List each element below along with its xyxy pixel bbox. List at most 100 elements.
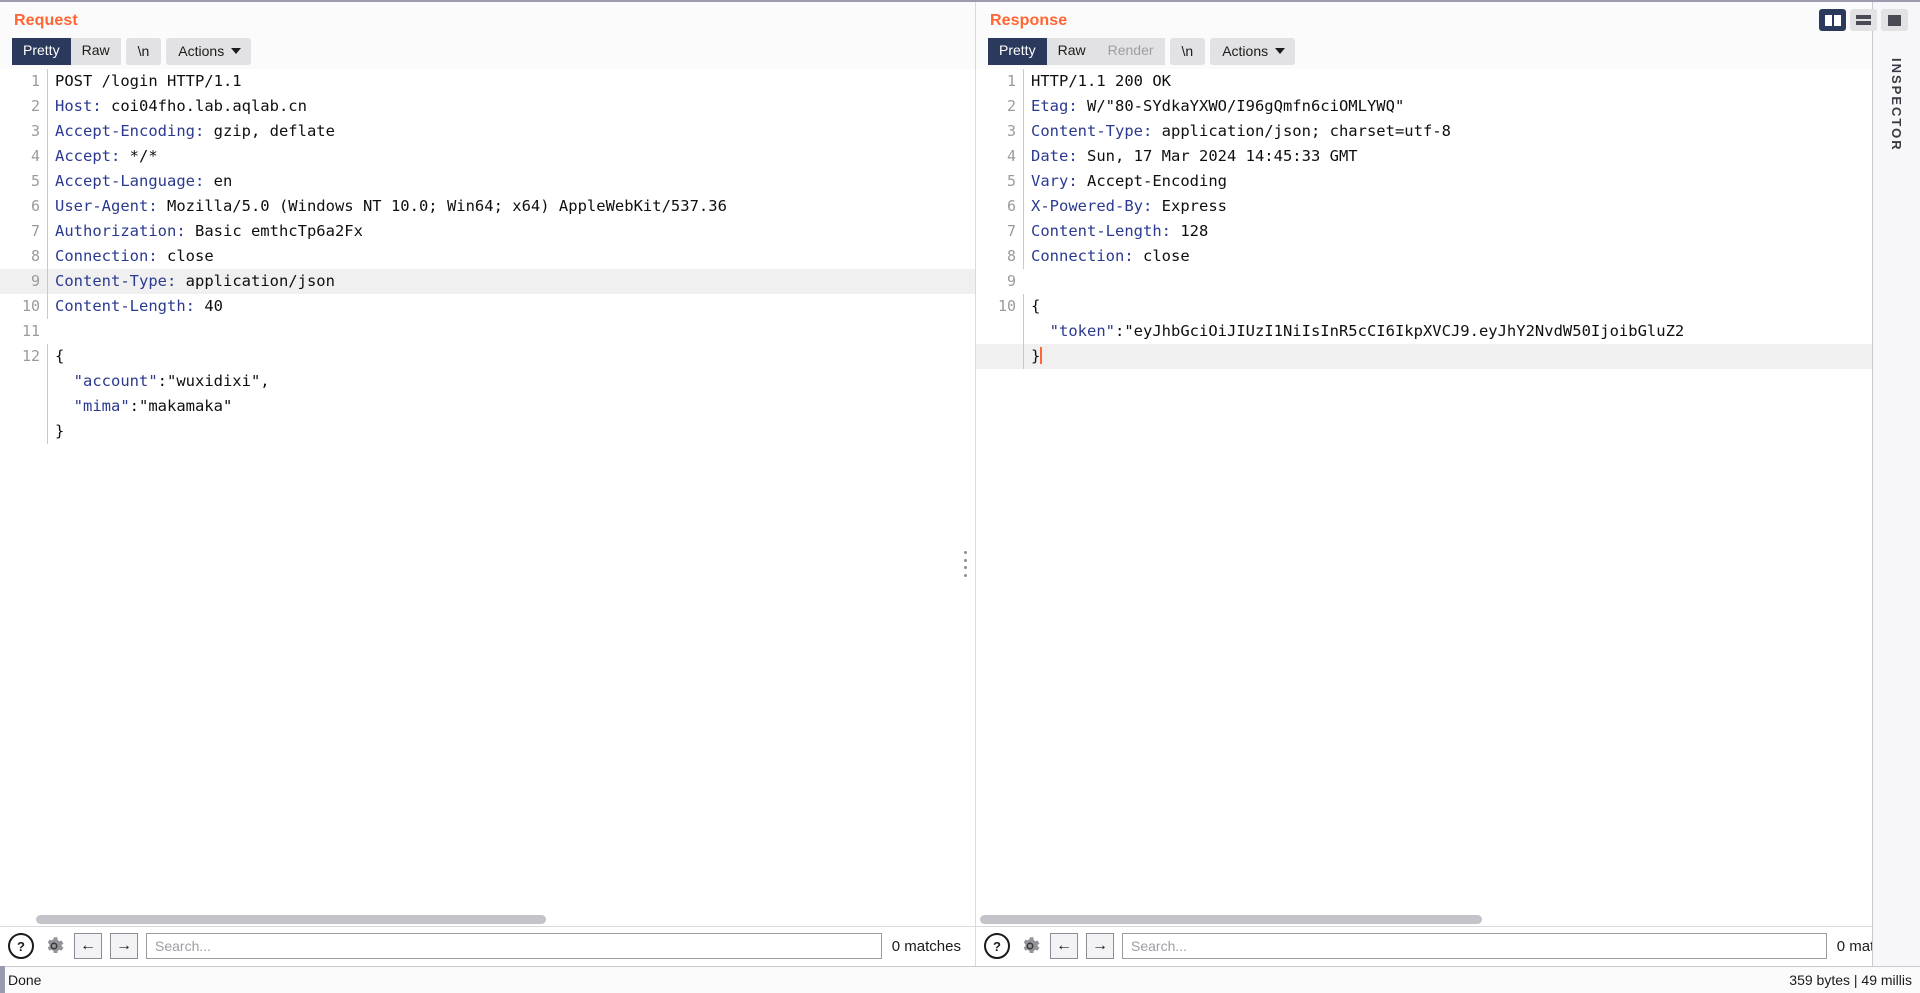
response-line[interactable]: 1 HTTP/1.1 200 OK xyxy=(976,69,1920,94)
response-text: { xyxy=(1031,297,1041,315)
request-header-value: Basic emthcTp6a2Fx xyxy=(185,222,363,240)
request-line[interactable]: 9 Content-Type: application/json xyxy=(0,269,975,294)
response-search-prev-button[interactable]: ← xyxy=(1050,933,1078,959)
response-line[interactable]: 2 Etag: W/"80-SYdkaYXWO/I96gQmfn6ciOMLYWQ… xyxy=(976,94,1920,119)
response-line-number: 6 xyxy=(1006,197,1016,215)
response-pane: Response Pretty Raw Render \n Actions 1H… xyxy=(976,2,1920,966)
gear-icon[interactable] xyxy=(1018,934,1042,958)
request-line[interactable]: 5 Accept-Language: en xyxy=(0,169,975,194)
response-line[interactable]: } xyxy=(976,344,1920,369)
request-actions-button[interactable]: Actions xyxy=(166,38,252,65)
request-line[interactable]: } xyxy=(0,419,975,444)
question-mark-icon[interactable]: ? xyxy=(8,933,34,959)
response-tab-render[interactable]: Render xyxy=(1096,38,1165,65)
layout-stacked-button[interactable] xyxy=(1850,9,1877,31)
response-line[interactable]: 7 Content-Length: 128 xyxy=(976,219,1920,244)
request-tab-pretty[interactable]: Pretty xyxy=(12,38,71,65)
response-text: HTTP/1.1 200 OK xyxy=(1031,72,1171,90)
response-search-next-button[interactable]: → xyxy=(1086,933,1114,959)
response-header-name: Connection: xyxy=(1031,247,1134,265)
response-line[interactable]: 9 xyxy=(976,269,1920,294)
response-line[interactable]: 5 Vary: Accept-Encoding xyxy=(976,169,1920,194)
request-pane-drag-handle[interactable] xyxy=(961,551,969,577)
request-line[interactable]: 7 Authorization: Basic emthcTp6a2Fx xyxy=(0,219,975,244)
request-line-content: } xyxy=(47,419,975,444)
response-line-content: { xyxy=(1023,294,1920,319)
layout-side-by-side-button[interactable] xyxy=(1819,9,1846,31)
request-search-next-button[interactable]: → xyxy=(110,933,138,959)
response-title: Response xyxy=(990,12,1068,29)
request-line[interactable]: 6 User-Agent: Mozilla/5.0 (Windows NT 10.… xyxy=(0,194,975,219)
burp-repeater-window: Request Pretty Raw \n Actions 1 POST /log… xyxy=(0,0,1920,993)
request-line[interactable]: "account":"wuxidixi", xyxy=(0,369,975,394)
response-line-number: 3 xyxy=(1006,122,1016,140)
response-json-value: :"eyJhbGciOiJIUzI1NiIsInR5cCI6IkpXVCJ9.e… xyxy=(1115,322,1685,340)
response-line-number: 5 xyxy=(1006,172,1016,190)
request-editor[interactable]: 1 POST /login HTTP/1.1 2 Host: coi04fho.lab… xyxy=(0,69,975,926)
request-line-number: 5 xyxy=(30,172,40,190)
response-editor-wrap[interactable]: 1 HTTP/1.1 200 OK 2 Etag: W/"80-SYdkaYXWO/I… xyxy=(976,69,1920,926)
response-header-value: application/json; charset=utf-8 xyxy=(1152,122,1451,140)
request-horizontal-scrollbar[interactable] xyxy=(0,913,975,926)
request-line[interactable]: 1 POST /login HTTP/1.1 xyxy=(0,69,975,94)
request-line-content: Content-Type: application/json xyxy=(47,269,975,294)
response-newline-button[interactable]: \n xyxy=(1169,38,1206,65)
text-caret xyxy=(1040,347,1043,364)
response-search-input[interactable] xyxy=(1122,933,1827,959)
request-line[interactable]: "mima":"makamaka" xyxy=(0,394,975,419)
request-line[interactable]: 12 { xyxy=(0,344,975,369)
request-line-number: 10 xyxy=(21,297,40,315)
response-header-name: Etag: xyxy=(1031,97,1078,115)
response-search-bar: ? ← → 0 matches xyxy=(976,926,1920,966)
response-header-name: Content-Length: xyxy=(1031,222,1171,240)
response-scrollbar-thumb[interactable] xyxy=(980,915,1482,924)
response-editor[interactable]: 1 HTTP/1.1 200 OK 2 Etag: W/"80-SYdkaYXWO/I… xyxy=(976,69,1920,926)
request-match-count: 0 matches xyxy=(891,937,961,955)
response-line[interactable]: 3 Content-Type: application/json; charset… xyxy=(976,119,1920,144)
request-header-name: User-Agent: xyxy=(55,197,158,215)
request-line-content: Host: coi04fho.lab.aqlab.cn xyxy=(47,94,975,119)
layout-switch-group xyxy=(1819,9,1908,31)
request-line[interactable]: 3 Accept-Encoding: gzip, deflate xyxy=(0,119,975,144)
request-line[interactable]: 10 Content-Length: 40 xyxy=(0,294,975,319)
request-header-name: Content-Length: xyxy=(55,297,195,315)
response-line-number: 9 xyxy=(1006,272,1016,290)
request-line-number: 3 xyxy=(30,122,40,140)
response-tab-pretty[interactable]: Pretty xyxy=(988,38,1047,65)
request-line-content: { xyxy=(47,344,975,369)
request-search-prev-button[interactable]: ← xyxy=(74,933,102,959)
request-scrollbar-thumb[interactable] xyxy=(36,915,546,924)
gear-icon[interactable] xyxy=(42,934,66,958)
response-actions-label: Actions xyxy=(1222,43,1269,59)
question-mark-icon[interactable]: ? xyxy=(984,933,1010,959)
request-tab-raw[interactable]: Raw xyxy=(70,38,121,65)
response-line-number: 10 xyxy=(997,297,1016,315)
request-json-value: :"wuxidixi", xyxy=(157,372,270,390)
request-text: } xyxy=(55,422,65,440)
response-tab-raw[interactable]: Raw xyxy=(1046,38,1097,65)
request-line-content: Connection: close xyxy=(47,244,975,269)
request-editor-wrap[interactable]: 1 POST /login HTTP/1.1 2 Host: coi04fho.lab… xyxy=(0,69,975,926)
response-line[interactable]: 10 { xyxy=(976,294,1920,319)
request-newline-button[interactable]: \n xyxy=(125,38,162,65)
response-line[interactable]: 8 Connection: close xyxy=(976,244,1920,269)
response-actions-button[interactable]: Actions xyxy=(1210,38,1296,65)
inspector-label[interactable]: INSPECTOR xyxy=(1889,58,1904,152)
request-header-value: Mozilla/5.0 (Windows NT 10.0; Win64; x64… xyxy=(157,197,727,215)
request-header-name: Authorization: xyxy=(55,222,186,240)
response-horizontal-scrollbar[interactable] xyxy=(976,913,1920,926)
request-line[interactable]: 2 Host: coi04fho.lab.aqlab.cn xyxy=(0,94,975,119)
layout-single-button[interactable] xyxy=(1881,9,1908,31)
request-response-split: Request Pretty Raw \n Actions 1 POST /log… xyxy=(0,0,1920,966)
response-line[interactable]: 4 Date: Sun, 17 Mar 2024 14:45:33 GMT xyxy=(976,144,1920,169)
request-line[interactable]: 11 xyxy=(0,319,975,344)
request-line-number: 12 xyxy=(21,347,40,365)
request-line-content: "account":"wuxidixi", xyxy=(47,369,975,394)
response-header-value: close xyxy=(1133,247,1190,265)
response-line[interactable]: "token":"eyJhbGciOiJIUzI1NiIsInR5cCI6Ikp… xyxy=(976,319,1920,344)
request-search-input[interactable] xyxy=(146,933,882,959)
response-line-number: 4 xyxy=(1006,147,1016,165)
request-line[interactable]: 8 Connection: close xyxy=(0,244,975,269)
request-line[interactable]: 4 Accept: */* xyxy=(0,144,975,169)
response-line[interactable]: 6 X-Powered-By: Express xyxy=(976,194,1920,219)
